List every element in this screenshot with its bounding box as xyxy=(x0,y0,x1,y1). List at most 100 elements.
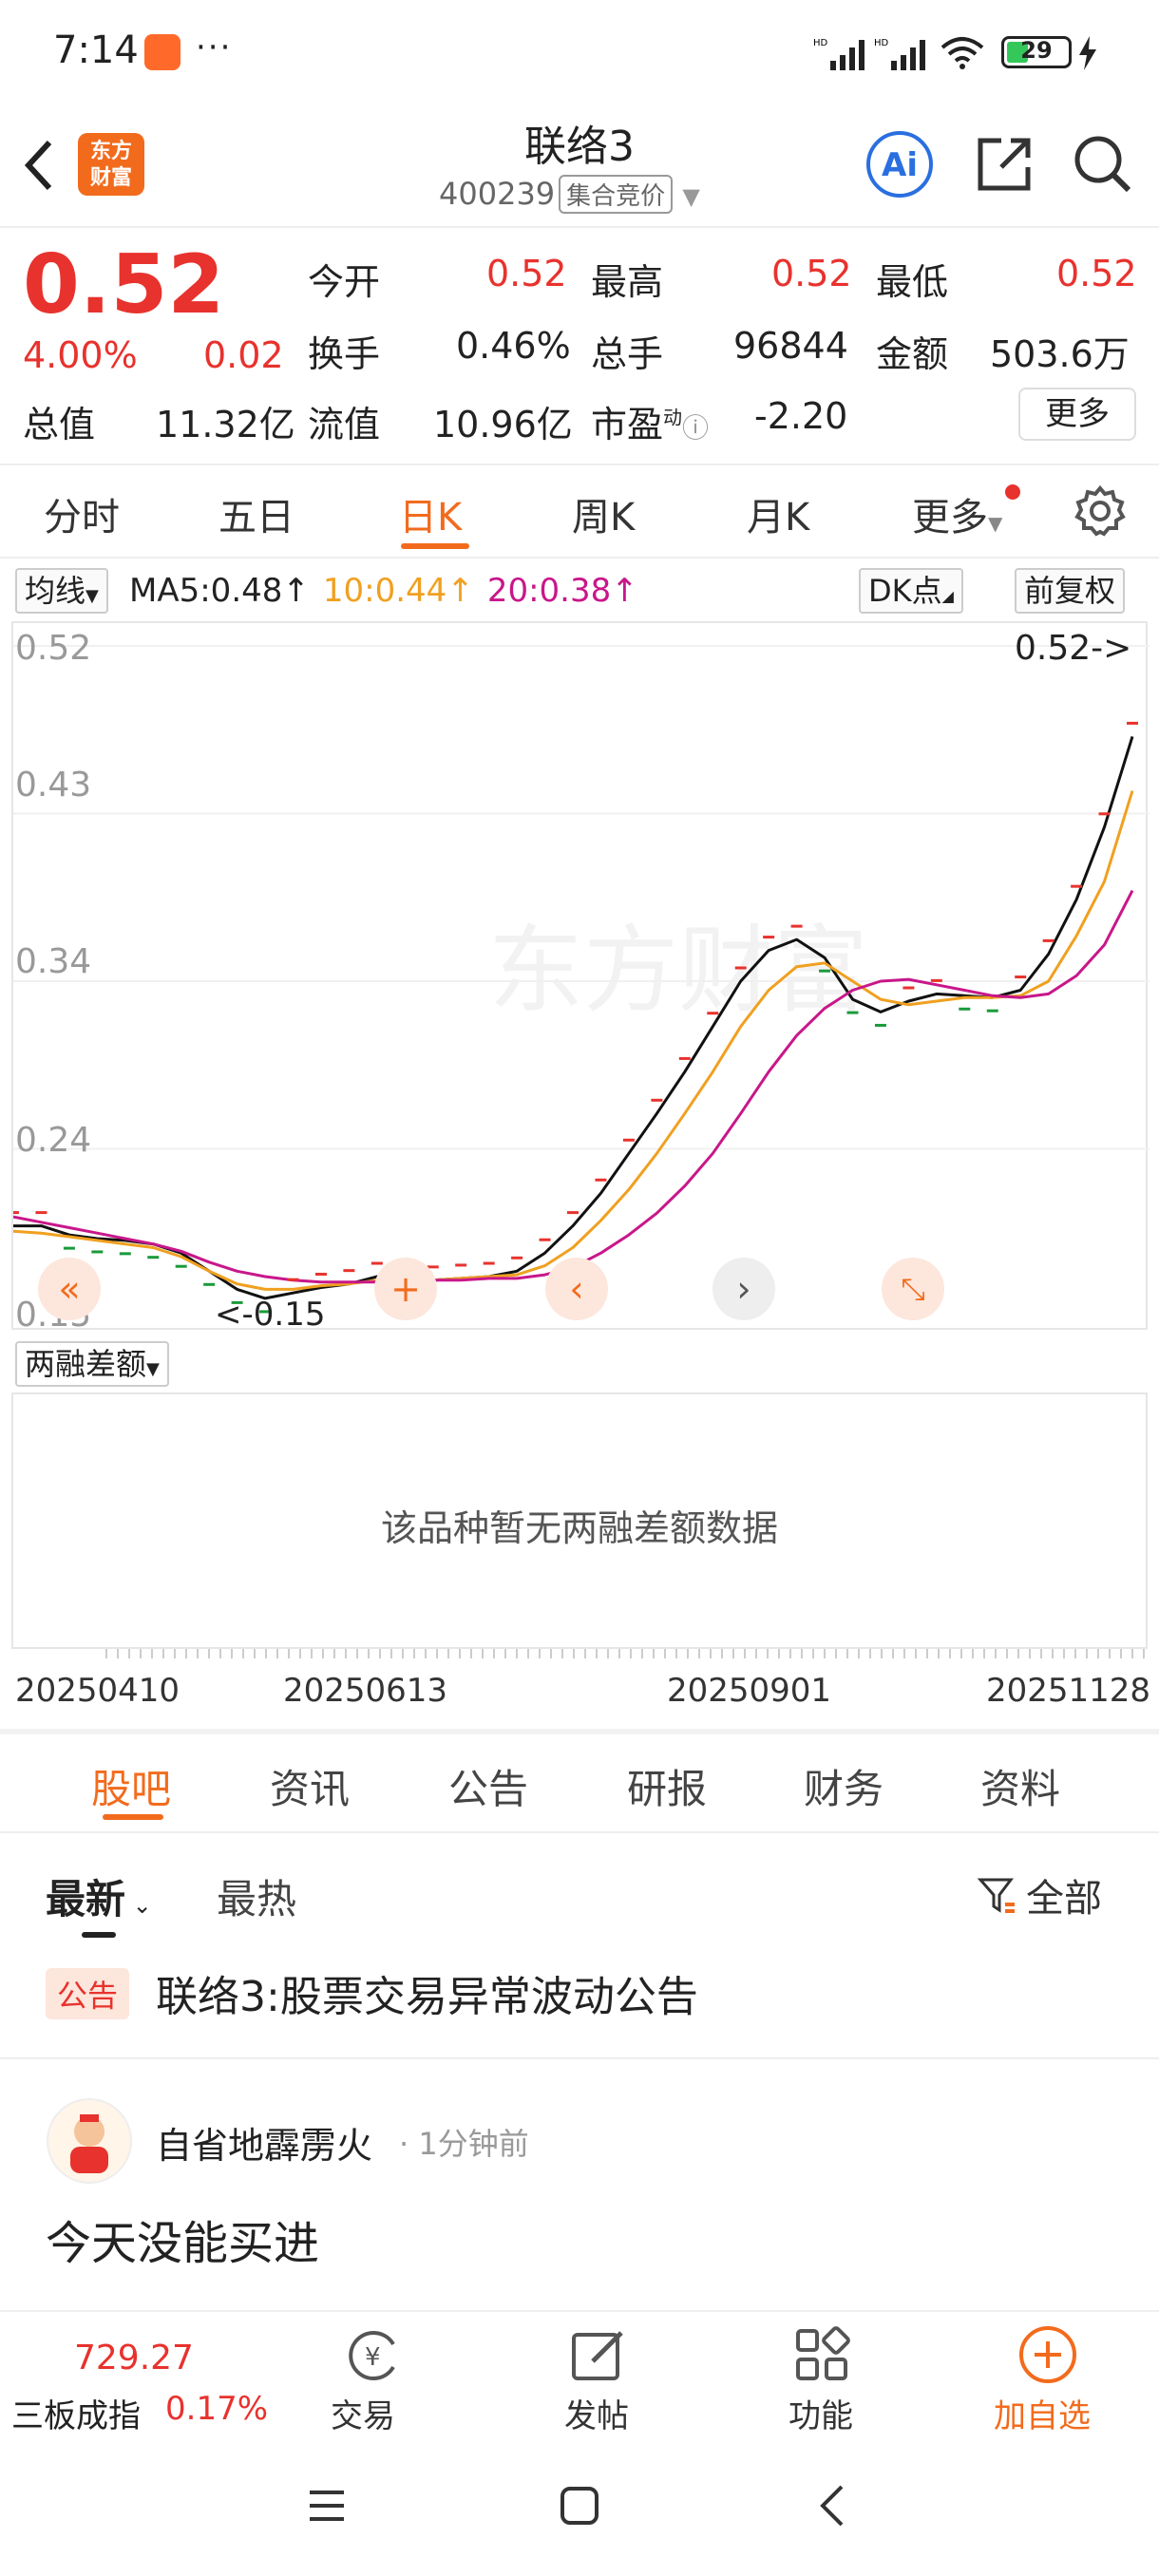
mcap-value: 11.32亿 xyxy=(156,404,295,445)
tab-guba[interactable]: 股吧 xyxy=(91,1757,171,1815)
status-time: 7:14 xyxy=(53,28,139,72)
ma10-value: 10:0.44 xyxy=(322,572,447,610)
index-value[interactable]: 729.27 xyxy=(74,2339,194,2377)
svg-text:¥: ¥ xyxy=(365,2343,381,2372)
high-value: 0.52 xyxy=(771,253,852,294)
tab-research[interactable]: 研报 xyxy=(627,1757,707,1815)
stock-code: 400239 xyxy=(439,176,556,212)
ma10-up-arrow-icon: ↑ xyxy=(446,572,474,610)
y-tick-3: 0.24 xyxy=(15,1121,92,1160)
open-label: 今开 xyxy=(308,261,381,303)
open-value: 0.52 xyxy=(486,253,567,294)
dk-point-selector[interactable]: DK点◢ xyxy=(859,568,963,614)
settings-gear-icon[interactable] xyxy=(1074,484,1127,538)
fullscreen-icon[interactable]: ⤡ xyxy=(882,1258,944,1320)
ma-selector[interactable]: 均线▼ xyxy=(15,568,108,614)
tab-profile[interactable]: 资料 xyxy=(980,1757,1060,1815)
change-pct: 4.00% xyxy=(23,334,138,376)
stock-code-line[interactable]: 400239 集合竞价 ▼ xyxy=(439,175,700,214)
volume-value: 96844 xyxy=(733,325,848,367)
tab-timeshare[interactable]: 分时 xyxy=(44,486,120,541)
index-name[interactable]: 三板成指 xyxy=(11,2390,141,2436)
turnover-value: 0.46% xyxy=(456,325,571,367)
pe-label: 市盈动ⓘ xyxy=(591,395,709,447)
post-username[interactable]: 自省地霹雳火 xyxy=(156,2116,372,2169)
divider xyxy=(0,1831,1159,1833)
status-bar: 7:14 ··· HD HD 29 xyxy=(0,0,1159,104)
mcap-label: 总值 xyxy=(23,404,96,445)
filter-icon xyxy=(977,1878,1015,1913)
menu-icon[interactable] xyxy=(306,2485,348,2527)
index-change: 0.17% xyxy=(165,2390,269,2428)
functions-button[interactable]: 功能 xyxy=(788,2390,853,2436)
kline-chart[interactable]: 东方财富 xyxy=(8,621,1150,1330)
tab-daily-k[interactable]: 日K xyxy=(399,486,462,541)
trade-button[interactable]: 交易 xyxy=(331,2390,395,2436)
filter-label: 全部 xyxy=(1026,1877,1102,1921)
date-axis-ticks xyxy=(105,1649,1145,1658)
tab-announcements[interactable]: 公告 xyxy=(448,1757,528,1815)
divider xyxy=(0,2057,1159,2059)
margin-selector-label: 两融差额 xyxy=(25,1346,147,1382)
ma20-up-arrow-icon: ↑ xyxy=(611,572,638,610)
y-tick-1: 0.43 xyxy=(15,766,92,805)
more-quote-button[interactable]: 更多 xyxy=(1018,388,1136,441)
tab-more-periods[interactable]: 更多▼ xyxy=(912,486,1002,541)
ma5-up-arrow-icon: ↑ xyxy=(282,572,310,610)
scroll-start-icon[interactable]: « xyxy=(38,1258,101,1320)
scroll-left-icon[interactable]: ‹ xyxy=(545,1258,608,1320)
zoom-in-icon[interactable]: + xyxy=(374,1258,437,1320)
post-time: · 1分钟前 xyxy=(399,2126,529,2162)
adjust-selector[interactable]: 前复权 xyxy=(1015,568,1126,614)
auction-badge: 集合竞价 xyxy=(559,175,674,214)
dropdown-icon: ▼ xyxy=(682,183,700,210)
y-tick-2: 0.34 xyxy=(15,942,92,981)
post-time-text: 1分钟前 xyxy=(418,2126,529,2162)
post-button[interactable]: 发帖 xyxy=(564,2390,629,2436)
tab-more-label: 更多 xyxy=(912,496,988,540)
pe-label-text: 市盈 xyxy=(591,404,664,445)
notice-tag: 公告 xyxy=(46,1968,130,2019)
margin-panel: 该品种暂无两融差额数据 xyxy=(11,1392,1148,1649)
back-nav-icon[interactable] xyxy=(815,2483,849,2529)
watermark: 东方财富 xyxy=(488,915,868,1026)
tab-weekly-k[interactable]: 周K xyxy=(572,486,635,541)
charging-icon xyxy=(1079,36,1096,70)
trade-icon: ¥ xyxy=(349,2331,395,2380)
post-title[interactable]: 今天没能买进 xyxy=(46,2206,319,2272)
svg-text:Ai: Ai xyxy=(882,146,918,184)
ma20-value: 20:0.38 xyxy=(486,572,612,610)
change-amount: 0.02 xyxy=(203,334,284,376)
tab-monthly-k[interactable]: 月K xyxy=(747,486,809,541)
info-icon[interactable]: ⓘ xyxy=(682,412,709,444)
current-price: 0.52 xyxy=(23,237,225,332)
sort-newest-label: 最新 xyxy=(46,1876,126,1923)
add-watchlist-button[interactable]: 加自选 xyxy=(994,2390,1091,2436)
x-tick-2: 20250901 xyxy=(667,1672,832,1710)
info-tab-indicator xyxy=(103,1814,163,1820)
tab-finance[interactable]: 财务 xyxy=(804,1757,884,1815)
pe-value: -2.20 xyxy=(754,395,848,437)
amount-value: 503.6万 xyxy=(990,333,1130,375)
dropdown-icon: ▼ xyxy=(146,1359,160,1379)
edit-post-icon xyxy=(572,2331,623,2380)
notice-title[interactable]: 联络3:股票交易异常波动公告 xyxy=(156,1962,698,2023)
share-icon[interactable] xyxy=(973,133,1036,196)
ai-icon[interactable]: Ai xyxy=(864,129,935,199)
home-icon[interactable] xyxy=(559,2485,600,2527)
sort-hottest[interactable]: 最热 xyxy=(217,1867,296,1925)
notification-app-icon xyxy=(144,34,180,70)
signal-icon-2: HD xyxy=(874,38,925,70)
filter-all[interactable]: 全部 xyxy=(977,1867,1102,1923)
x-tick-0: 20250410 xyxy=(15,1672,180,1710)
more-notifications-icon: ··· xyxy=(196,28,233,66)
sort-indicator xyxy=(82,1932,116,1938)
tab-five-day[interactable]: 五日 xyxy=(218,486,294,541)
avatar[interactable] xyxy=(46,2097,133,2185)
tab-news[interactable]: 资讯 xyxy=(270,1757,350,1815)
margin-selector[interactable]: 两融差额▼ xyxy=(15,1341,169,1387)
scroll-right-icon[interactable]: › xyxy=(712,1258,775,1320)
sort-newest[interactable]: 最新 ⌄ xyxy=(46,1867,152,1925)
search-icon[interactable] xyxy=(1070,131,1134,196)
corner-icon: ◢ xyxy=(941,587,954,605)
